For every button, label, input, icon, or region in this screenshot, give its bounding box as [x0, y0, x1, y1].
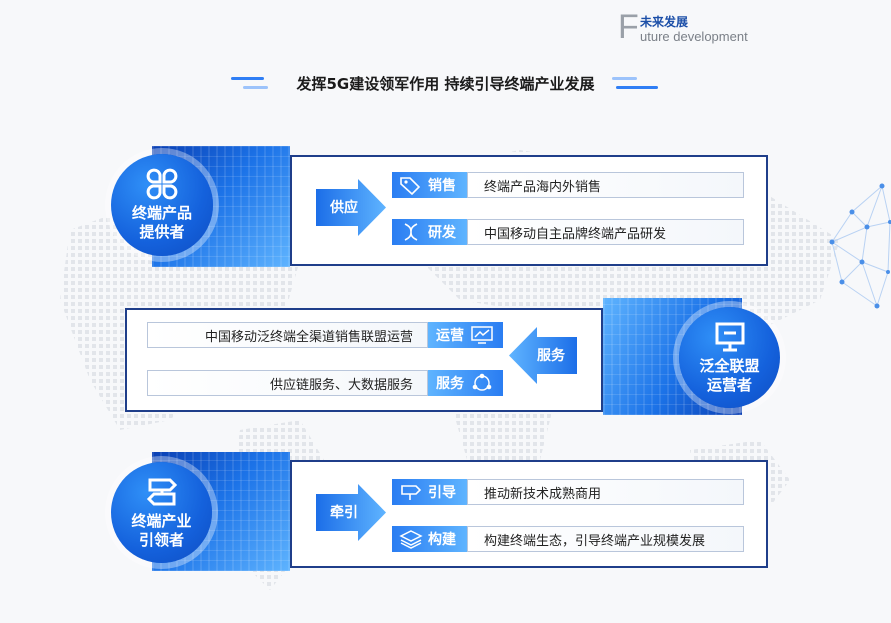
dna-icon [404, 223, 418, 241]
brand-title-zh: 未来发展 [640, 15, 689, 29]
tag-sales: 销售 [392, 172, 467, 198]
tag-label: 研发 [428, 225, 456, 241]
clover-grid-icon [146, 168, 178, 200]
role-label-line2: 提供者 [139, 223, 185, 241]
arrow-supply: 供应 [316, 179, 386, 236]
network-globe-icon [829, 183, 891, 309]
tag-service: 服务 [428, 370, 503, 396]
monitor-icon [715, 322, 744, 352]
item-description: 终端产品海内外销售 [467, 172, 744, 198]
tag-operation: 运营 [428, 322, 503, 348]
direction-sign-icon [401, 485, 422, 500]
tag-label: 服务 [436, 376, 464, 392]
item-description: 中国移动自主品牌终端产品研发 [467, 219, 744, 245]
signpost-icon [146, 478, 177, 506]
brand-title-en: uture development [640, 29, 748, 44]
network-cycle-icon [472, 373, 492, 391]
role-label-line2: 引领者 [138, 531, 184, 549]
item-description: 供应链服务、大数据服务 [147, 370, 428, 396]
role-label-line2: 运营者 [706, 376, 752, 394]
arrow-label: 供应 [330, 200, 358, 216]
role-circle-supplier: 终端产品 提供者 [111, 154, 213, 256]
arrow-lead: 牵引 [316, 484, 386, 541]
role-label-line1: 终端产品 [131, 204, 192, 222]
tag-label: 引导 [428, 485, 456, 501]
chart-screen-icon [471, 326, 493, 344]
tag-label: 运营 [436, 328, 464, 344]
page-title: 发挥5G建设领军作用 持续引导终端产业发展 [296, 75, 595, 93]
tag-label: 构建 [428, 532, 456, 548]
role-label-line1: 泛全联盟 [699, 357, 760, 375]
role-circle-operator: 泛全联盟 运营者 [679, 307, 780, 408]
brand-letter: F [618, 8, 639, 46]
layers-icon [399, 530, 423, 549]
arrow-service: 服务 [509, 327, 577, 384]
role-label-line1: 终端产业 [131, 512, 192, 530]
arrow-label: 牵引 [330, 505, 358, 521]
role-circle-leader: 终端产业 引领者 [111, 462, 212, 563]
item-description: 中国移动泛终端全渠道销售联盟运营 [147, 322, 428, 348]
price-tag-icon [400, 177, 421, 195]
item-description: 构建终端生态，引导终端产业规模发展 [467, 526, 744, 552]
tag-research: 研发 [392, 219, 467, 245]
tag-label: 销售 [428, 178, 456, 194]
item-description: 推动新技术成熟商用 [467, 479, 744, 505]
tag-guide: 引导 [392, 479, 467, 505]
tag-build: 构建 [392, 526, 467, 552]
arrow-label: 服务 [537, 348, 565, 364]
